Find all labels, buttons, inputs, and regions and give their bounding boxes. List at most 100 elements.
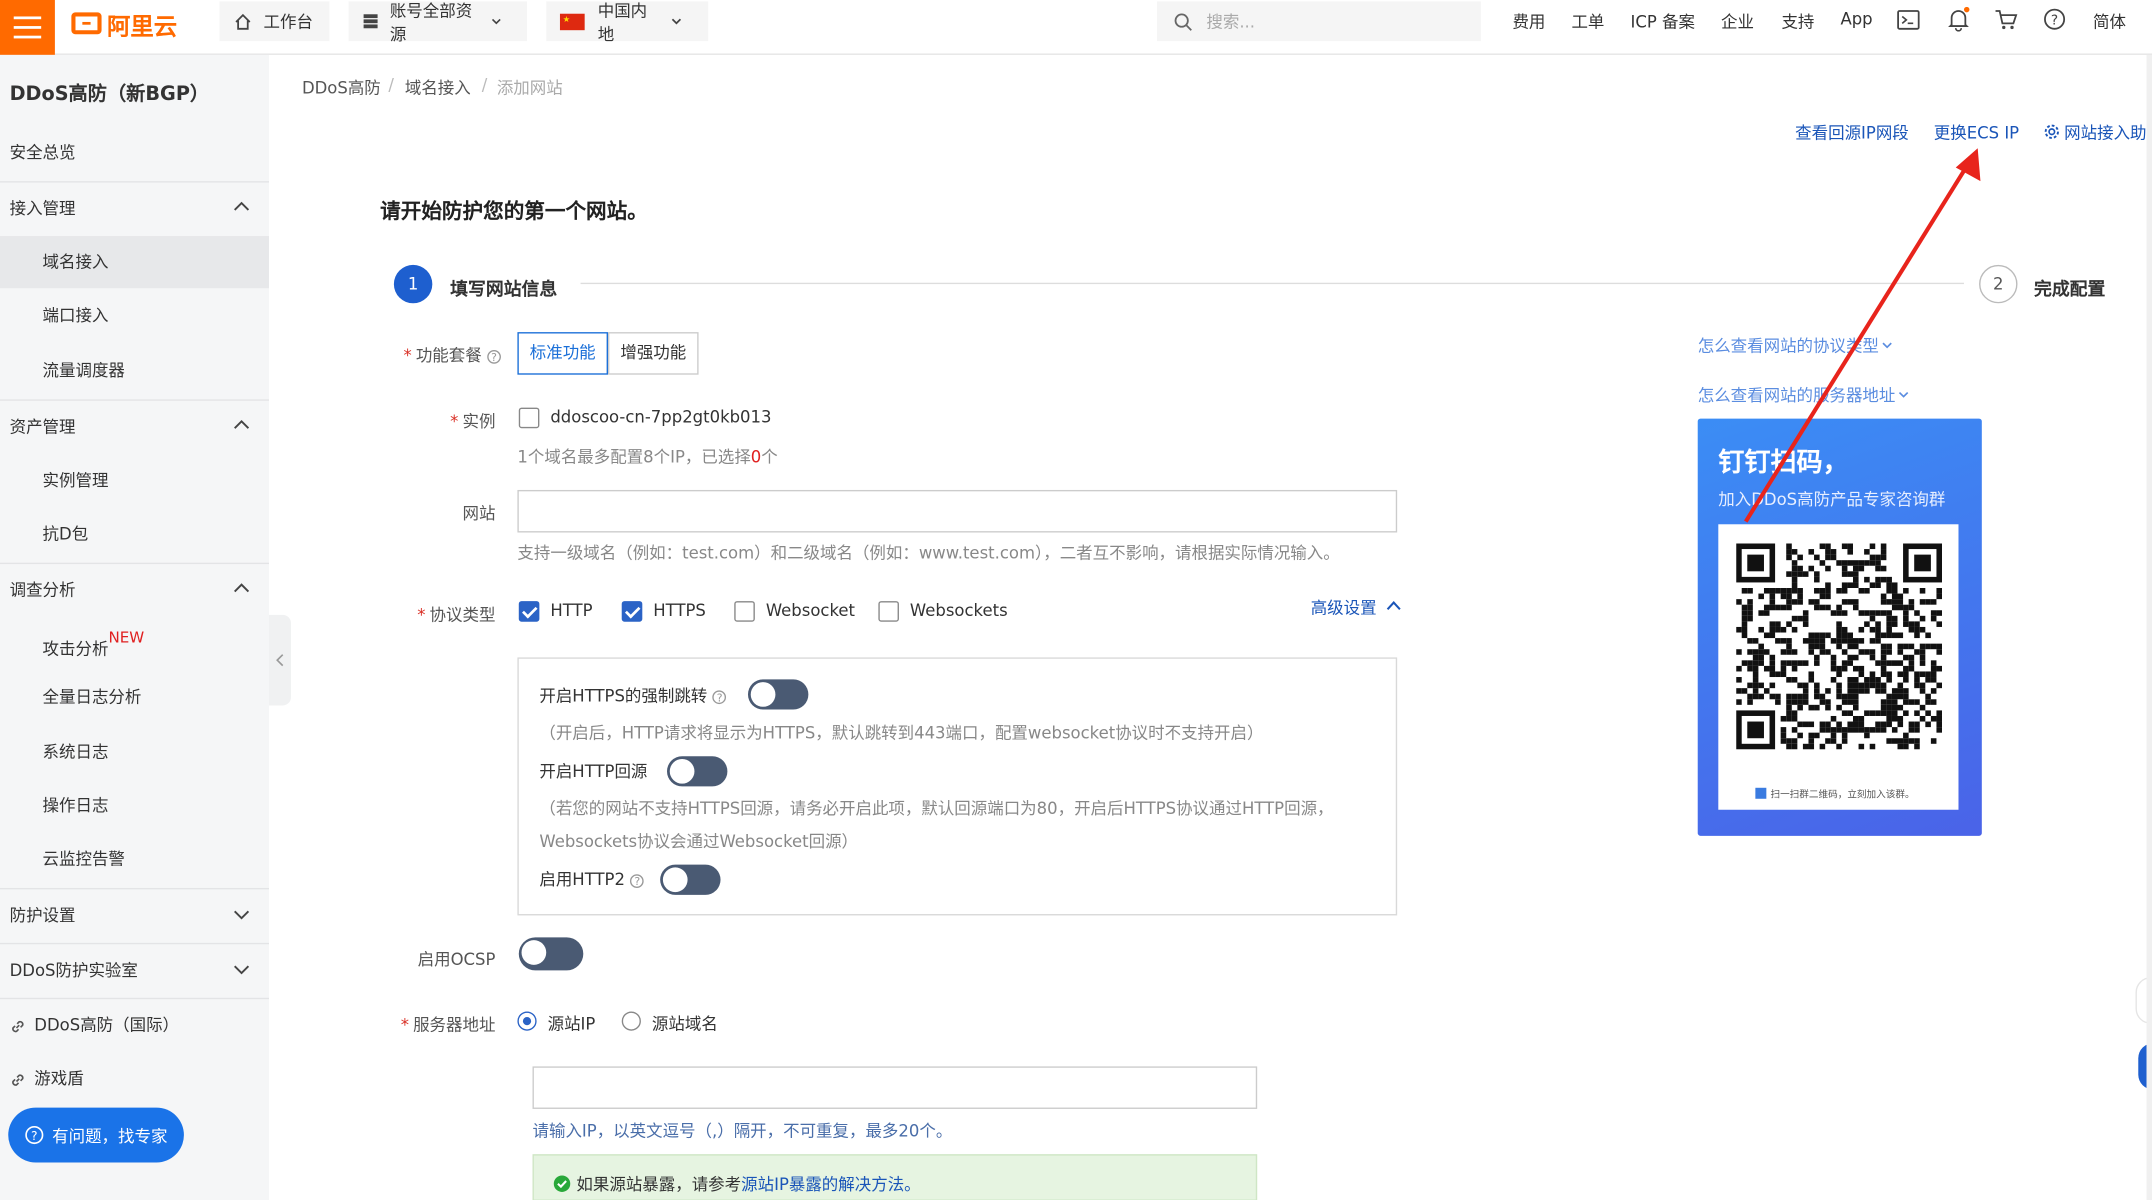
help-icon[interactable]: ? — [487, 349, 501, 364]
sidebar-collapse-handle[interactable] — [269, 614, 291, 706]
origin-exposure-notice: 如果源站暴露，请参考源站IP暴露的解决方法。 — [532, 1154, 1258, 1200]
website-input[interactable] — [517, 489, 1398, 533]
http-origin-hint-line1: （若您的网站不支持HTTPS回源，请务必开启此项，默认回源端口为80，开启后HT… — [539, 798, 1334, 818]
nav-ticket[interactable]: 工单 — [1571, 10, 1604, 33]
chevron-up-icon — [234, 583, 250, 593]
site-access-assistant-link[interactable]: 网站接入助手 — [2044, 121, 2152, 144]
sidebar-item-overview[interactable]: 安全总览 — [0, 126, 269, 178]
gear-icon — [2044, 124, 2059, 139]
chevron-left-icon — [276, 654, 284, 667]
advanced-settings-toggle[interactable]: 高级设置 — [1311, 596, 1401, 619]
protocol-websocket-label: Websocket — [765, 601, 855, 621]
server-ip-hint: 请输入IP，以英文逗号（,）隔开，不可重复，最多20个。 — [532, 1121, 953, 1141]
origin-ip-radio[interactable] — [517, 1011, 537, 1031]
ocsp-toggle[interactable] — [518, 937, 584, 971]
help-icon[interactable]: ? — [630, 873, 645, 888]
chevron-down-icon — [234, 965, 250, 975]
sidebar-link-international[interactable]: DDoS高防（国际） — [0, 999, 269, 1051]
sidebar-group-assets[interactable]: 资产管理 — [0, 401, 269, 453]
menu-icon[interactable] — [0, 0, 55, 55]
server-ip-input[interactable] — [532, 1066, 1258, 1109]
region-dropdown[interactable]: ★ 中国内地 — [546, 1, 709, 43]
chevron-down-icon — [491, 18, 501, 24]
terminal-icon[interactable] — [1897, 10, 1920, 31]
origin-domain-radio[interactable] — [621, 1011, 641, 1031]
sidebar-title: DDoS高防（新BGP） — [9, 83, 210, 106]
dingtalk-icon — [1755, 787, 1767, 799]
nav-enterprise[interactable]: 企业 — [1721, 10, 1754, 33]
link-icon — [12, 1020, 24, 1032]
sidebar-group-access[interactable]: 接入管理 — [0, 183, 269, 235]
resources-dropdown[interactable]: 账号全部资源 — [348, 1, 528, 43]
sidebar-group-lab[interactable]: DDoS防护实验室 — [0, 944, 269, 996]
package-standard-option[interactable]: 标准功能 — [517, 332, 609, 375]
workbench-button[interactable]: 工作台 — [219, 1, 330, 42]
chevron-down-icon — [234, 910, 250, 920]
step-1-indicator: 1 — [393, 264, 433, 304]
sidebar-item-domain-access[interactable]: 域名接入 — [0, 236, 270, 289]
nav-billing[interactable]: 费用 — [1512, 10, 1545, 33]
sidebar-item-operation-log[interactable]: 操作日志 — [0, 780, 269, 832]
step-1-label: 填写网站信息 — [450, 279, 558, 301]
package-selector: 标准功能 增强功能 — [517, 332, 699, 375]
origin-domain-label: 源站域名 — [651, 1014, 718, 1034]
breadcrumb-ddos[interactable]: DDoS高防 — [302, 75, 381, 98]
sidebar-item-traffic-scheduler[interactable]: 流量调度器 — [0, 344, 269, 396]
language-switch[interactable]: 简体 — [2093, 10, 2126, 33]
cart-icon[interactable] — [1994, 8, 2018, 30]
https-redirect-toggle[interactable] — [747, 679, 809, 710]
qr-code — [1736, 543, 1943, 750]
help-icon[interactable]: ? — [712, 689, 727, 704]
protocol-http-label: HTTP — [550, 601, 593, 621]
sidebar-item-attack-analysis[interactable]: 攻击分析NEW — [0, 618, 269, 670]
protocol-https-label: HTTPS — [653, 601, 706, 621]
breadcrumb-current: 添加网站 — [496, 78, 563, 98]
protocol-websockets-checkbox[interactable] — [878, 601, 899, 622]
scrollbar[interactable] — [2146, 54, 2152, 1200]
sidebar-link-game-shield[interactable]: 游戏盾 — [0, 1053, 269, 1105]
protocol-label: * 协议类型 — [417, 605, 496, 625]
sidebar-item-port-access[interactable]: 端口接入 — [0, 290, 269, 342]
sidebar-item-instances[interactable]: 实例管理 — [0, 454, 269, 506]
sidebar-item-anti-d[interactable]: 抗D包 — [0, 508, 269, 560]
link-icon — [12, 1073, 24, 1086]
logo-icon — [71, 12, 102, 35]
ask-expert-button[interactable]: ? 有问题，找专家 — [8, 1107, 184, 1163]
annotation-arrow — [1744, 148, 1981, 523]
sidebar-item-cloud-monitor[interactable]: 云监控告警 — [0, 833, 269, 885]
help-circle-icon[interactable]: ? — [2044, 8, 2066, 30]
nav-support[interactable]: 支持 — [1781, 10, 1814, 33]
package-enhanced-option[interactable]: 增强功能 — [608, 332, 699, 375]
https-redirect-label: 开启HTTPS的强制跳转? — [539, 683, 727, 706]
top-bar: 阿里云 工作台 账号全部资源 ★ 中国内地 搜索... 费用 工单 ICP 备案… — [0, 0, 2152, 55]
bell-icon[interactable] — [1948, 6, 1970, 32]
qr-code-box: 扫一扫群二维码，立刻加入该群。 — [1718, 524, 1959, 810]
server-address-label: * 服务器地址 — [400, 1015, 496, 1035]
sidebar-group-investigation[interactable]: 调查分析 — [0, 564, 269, 616]
http2-label: 启用HTTP2? — [539, 867, 645, 890]
breadcrumb-domain-access[interactable]: 域名接入 — [405, 75, 471, 98]
https-redirect-hint: （开启后，HTTP请求将显示为HTTPS，默认跳转到443端口，配置websoc… — [539, 723, 1264, 743]
origin-ip-label: 源站IP — [547, 1014, 596, 1034]
origin-exposure-link[interactable]: 源站IP暴露的解决方法。 — [741, 1175, 920, 1194]
http2-toggle[interactable] — [660, 864, 721, 895]
http-origin-label: 开启HTTP回源 — [539, 761, 648, 781]
chevron-up-icon — [234, 201, 250, 211]
protocol-https-checkbox[interactable] — [621, 601, 643, 622]
instance-checkbox[interactable] — [518, 407, 540, 429]
search-input[interactable]: 搜索... — [1156, 1, 1481, 42]
nav-app[interactable]: App — [1840, 10, 1872, 29]
protocol-http-checkbox[interactable] — [518, 601, 540, 622]
http-origin-toggle[interactable] — [667, 756, 728, 787]
protocol-websockets-label: Websockets — [909, 601, 1008, 621]
sidebar-item-system-log[interactable]: 系统日志 — [0, 726, 269, 778]
sidebar-group-protection[interactable]: 防护设置 — [0, 889, 269, 941]
protocol-websocket-checkbox[interactable] — [734, 601, 755, 622]
website-label: 网站 — [462, 503, 496, 523]
sidebar-item-full-log[interactable]: 全量日志分析 — [0, 671, 269, 723]
aliyun-logo[interactable]: 阿里云 — [71, 8, 177, 40]
chevron-up-icon — [234, 419, 250, 429]
chevron-up-icon — [1386, 600, 1401, 611]
qr-footer: 扫一扫群二维码，立刻加入该群。 — [1755, 787, 1915, 802]
nav-icp[interactable]: ICP 备案 — [1630, 10, 1694, 33]
